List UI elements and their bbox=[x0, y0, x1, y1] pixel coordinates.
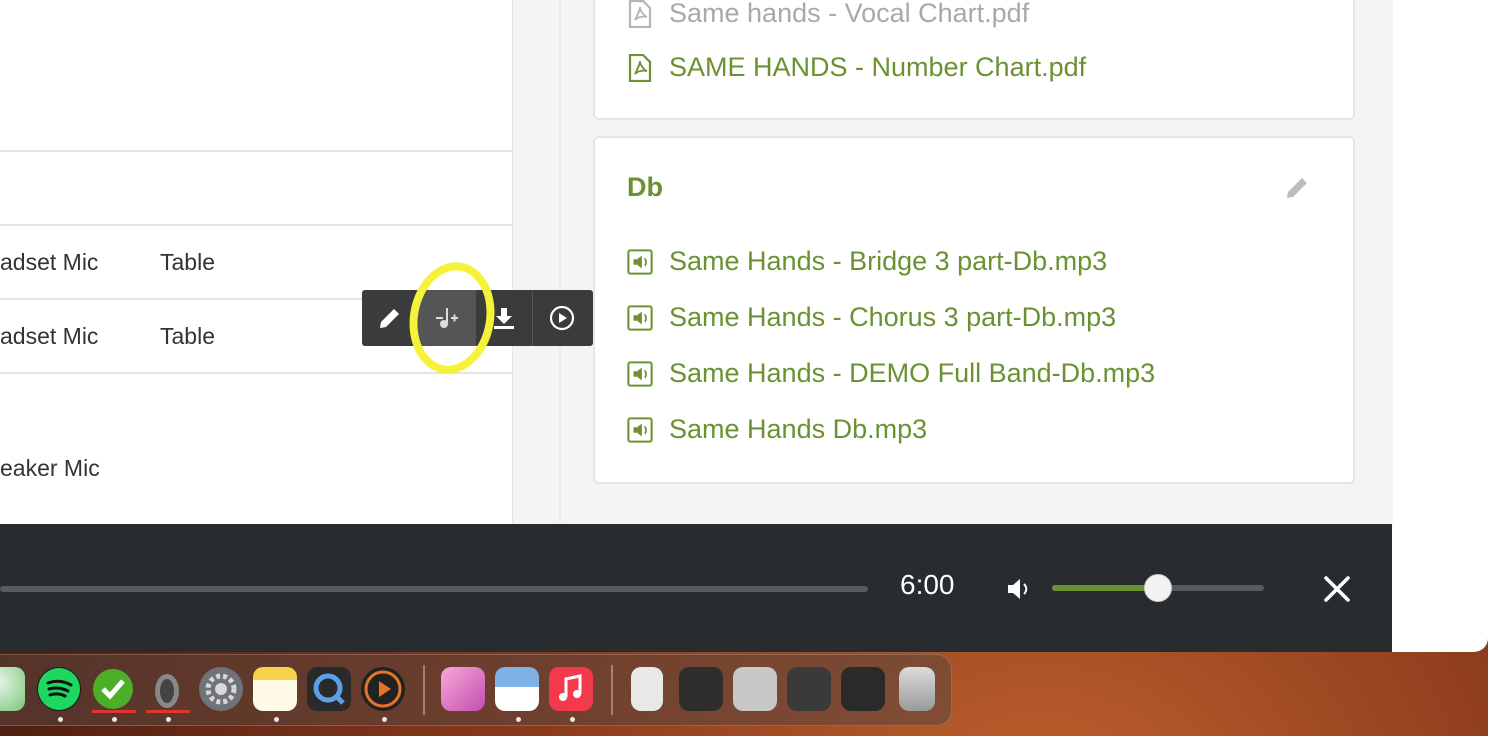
row-divider bbox=[0, 372, 512, 374]
running-indicator bbox=[166, 717, 171, 722]
progress-slider[interactable] bbox=[0, 586, 868, 592]
file-name: Same Hands - Bridge 3 part-Db.mp3 bbox=[669, 246, 1108, 276]
row-divider bbox=[0, 224, 512, 226]
section-title: Db bbox=[627, 172, 663, 202]
file-link[interactable]: Same hands - Vocal Chart.pdf bbox=[627, 0, 1029, 29]
file-name: SAME HANDS - Number Chart.pdf bbox=[669, 52, 1087, 82]
audio-file-link[interactable]: Same Hands - DEMO Full Band-Db.mp3 bbox=[627, 358, 1155, 389]
spellcheck-underline bbox=[146, 710, 190, 713]
creative-app-icon[interactable] bbox=[441, 667, 485, 711]
file-name: Same Hands - Chorus 3 part-Db.mp3 bbox=[669, 302, 1117, 332]
quicktime-app-icon[interactable] bbox=[307, 667, 351, 711]
dock-separator bbox=[423, 665, 425, 715]
play-circle-icon bbox=[549, 305, 574, 331]
db-card: Db Same Hands - Bridge 3 part-Db.mp3 Sam… bbox=[593, 136, 1355, 484]
pdf-icon bbox=[627, 53, 653, 82]
app-window: adset Mic Table adset Mic Table eaker Mi… bbox=[0, 0, 1488, 652]
audio-file-icon bbox=[627, 360, 653, 388]
edit-section-icon[interactable] bbox=[1283, 174, 1311, 202]
running-indicator bbox=[382, 717, 387, 722]
volume-knob[interactable] bbox=[1144, 574, 1172, 602]
download-icon bbox=[494, 308, 514, 329]
macos-dock bbox=[0, 654, 952, 726]
volume-slider[interactable] bbox=[1052, 574, 1264, 602]
table-cell: adset Mic bbox=[0, 323, 99, 349]
table-cell: Table bbox=[160, 249, 215, 275]
window-thumbnail[interactable] bbox=[679, 667, 723, 711]
audio-file-icon bbox=[627, 248, 653, 276]
messages-app-icon[interactable] bbox=[0, 667, 25, 711]
audio-file-link[interactable]: Same Hands - Bridge 3 part-Db.mp3 bbox=[627, 246, 1107, 277]
music-app-icon[interactable] bbox=[549, 667, 593, 711]
audio-file-link[interactable]: Same Hands Db.mp3 bbox=[627, 414, 927, 445]
time-display: 6:00 bbox=[900, 569, 955, 600]
close-icon bbox=[1324, 576, 1350, 602]
window-thumbnail[interactable] bbox=[733, 667, 777, 711]
play-button[interactable] bbox=[533, 290, 590, 346]
panel-edge bbox=[559, 0, 561, 524]
document-window-thumbnail[interactable] bbox=[631, 667, 663, 711]
speaker-app-icon[interactable] bbox=[145, 667, 189, 711]
edit-icon bbox=[380, 309, 399, 328]
running-indicator bbox=[58, 717, 63, 722]
file-name: Same Hands - DEMO Full Band-Db.mp3 bbox=[669, 358, 1156, 388]
volume-fill bbox=[1052, 585, 1158, 591]
checkmark-app-icon[interactable] bbox=[91, 667, 135, 711]
row-divider bbox=[0, 150, 512, 152]
file-link[interactable]: SAME HANDS - Number Chart.pdf bbox=[627, 52, 1086, 83]
charts-card: Same hands - Vocal Chart.pdf SAME HANDS … bbox=[593, 0, 1355, 120]
window-thumbnail[interactable] bbox=[787, 667, 831, 711]
audio-player-bar: 6:00 bbox=[0, 524, 1392, 652]
spellcheck-underline bbox=[92, 710, 136, 713]
trash-icon[interactable] bbox=[899, 667, 935, 711]
running-indicator bbox=[112, 717, 117, 722]
preview-app-icon[interactable] bbox=[495, 667, 539, 711]
table-cell: Table bbox=[160, 323, 215, 349]
files-panel: Same hands - Vocal Chart.pdf SAME HANDS … bbox=[512, 0, 1393, 524]
table-cell: eaker Mic bbox=[0, 455, 100, 481]
table-cell: adset Mic bbox=[0, 249, 99, 275]
media-player-icon[interactable] bbox=[361, 667, 405, 711]
setlist-table: adset Mic Table adset Mic Table eaker Mi… bbox=[0, 0, 512, 524]
close-player-button[interactable] bbox=[1320, 572, 1354, 606]
file-name: Same Hands Db.mp3 bbox=[669, 414, 928, 444]
audio-file-icon bbox=[627, 416, 653, 444]
system-settings-icon[interactable] bbox=[199, 667, 243, 711]
audio-file-icon bbox=[627, 304, 653, 332]
pdf-icon bbox=[627, 0, 653, 28]
file-name: Same hands - Vocal Chart.pdf bbox=[669, 0, 1030, 28]
dock-separator bbox=[611, 665, 613, 715]
spotify-app-icon[interactable] bbox=[37, 667, 81, 711]
running-indicator bbox=[516, 717, 521, 722]
audio-file-link[interactable]: Same Hands - Chorus 3 part-Db.mp3 bbox=[627, 302, 1116, 333]
running-indicator bbox=[274, 717, 279, 722]
notes-app-icon[interactable] bbox=[253, 667, 297, 711]
running-indicator bbox=[570, 717, 575, 722]
volume-icon[interactable] bbox=[1004, 574, 1034, 604]
window-thumbnail[interactable] bbox=[841, 667, 885, 711]
